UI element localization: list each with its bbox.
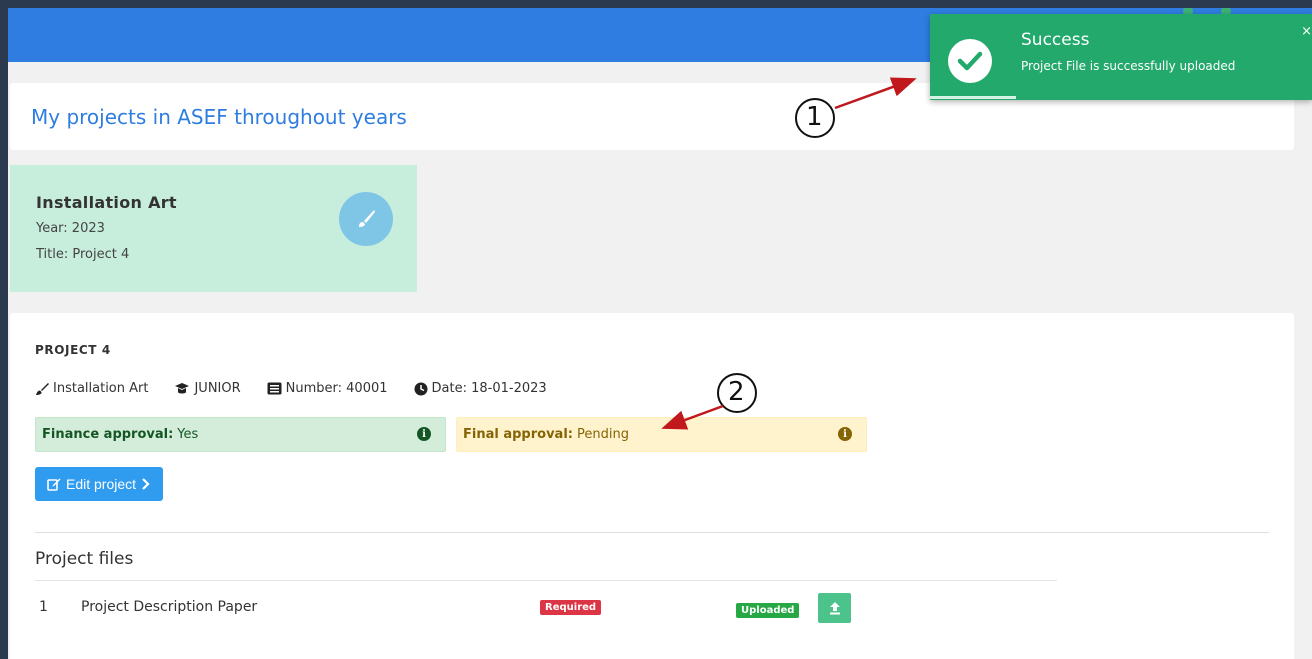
annotation-arrow-2 [661,404,724,430]
annotation-number-2: 2 [728,377,745,407]
annotation-arrow-1 [834,77,917,110]
annotation-overlay [661,77,917,430]
annotation-number-1: 1 [806,102,823,132]
